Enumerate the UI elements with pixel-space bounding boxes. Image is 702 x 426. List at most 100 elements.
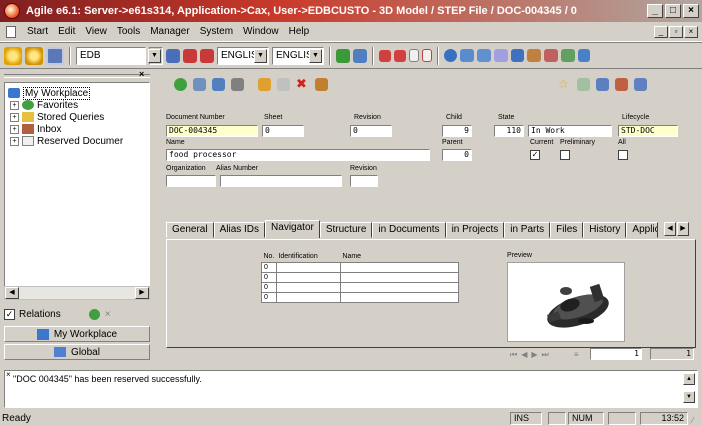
page2-icon[interactable] <box>422 49 432 62</box>
menu-edit[interactable]: Edit <box>58 26 75 37</box>
close-icon[interactable]: × <box>6 370 11 379</box>
save-icon[interactable] <box>212 78 225 91</box>
message-scroll-down-button[interactable]: ▼ <box>683 391 695 403</box>
delete-icon[interactable]: ✖ <box>296 77 309 91</box>
table-icon[interactable] <box>183 48 197 63</box>
table-row[interactable]: 0 <box>261 261 459 273</box>
preliminary-checkbox[interactable] <box>560 150 570 160</box>
close-icon[interactable]: × <box>139 69 144 79</box>
expand-icon[interactable]: + <box>10 100 19 110</box>
pager-navigation[interactable]: ⏮◀▶⏭ <box>510 350 553 364</box>
global-button[interactable]: Global <box>4 344 150 360</box>
screen-icon[interactable] <box>46 46 64 65</box>
maximize-button[interactable]: □ <box>665 4 681 18</box>
window-icon[interactable] <box>460 49 474 62</box>
relations-toggle[interactable]: ✓ Relations × <box>4 306 150 322</box>
edit-icon[interactable] <box>258 78 271 91</box>
tools-icon[interactable] <box>544 49 558 62</box>
copy-icon[interactable] <box>277 78 290 91</box>
tree-item-favorites[interactable]: + Favorites <box>8 99 146 111</box>
database-combo[interactable]: EDB <box>76 46 146 65</box>
expand-icon[interactable]: + <box>10 112 19 122</box>
sheet-field[interactable]: 0 <box>262 125 304 137</box>
users-icon[interactable] <box>336 48 350 63</box>
name-field[interactable]: food processor <box>166 149 430 161</box>
search-icon[interactable] <box>193 78 206 91</box>
users2-icon[interactable] <box>527 49 541 62</box>
revision-field[interactable]: 0 <box>350 125 392 137</box>
attach-icon[interactable] <box>615 78 628 91</box>
close-button[interactable]: × <box>683 4 699 18</box>
table-row[interactable]: 0 <box>261 281 459 293</box>
relations-refresh-icon[interactable] <box>88 308 100 320</box>
chart-icon[interactable] <box>494 49 508 62</box>
mdi-close-button[interactable]: × <box>684 25 698 38</box>
page-icon[interactable] <box>409 49 419 62</box>
refresh-icon[interactable] <box>25 46 43 65</box>
alias-revision-field[interactable] <box>350 175 378 187</box>
alias-number-field[interactable] <box>220 175 342 187</box>
scroll-right-button[interactable]: ▶ <box>135 287 149 299</box>
column-header-name[interactable]: Name <box>340 252 458 262</box>
print-icon[interactable] <box>231 78 244 91</box>
info-icon[interactable] <box>444 49 457 62</box>
tab-files[interactable]: Files <box>550 222 584 238</box>
table-row[interactable]: 0 <box>261 271 459 283</box>
pager-filter-icon[interactable]: ≡ <box>574 350 579 364</box>
mdi-restore-button[interactable]: ▫ <box>669 25 683 38</box>
my-workplace-button[interactable]: My Workplace <box>4 326 150 342</box>
star-icon[interactable]: ☆ <box>558 78 571 91</box>
tab-in-parts[interactable]: in Parts <box>504 222 551 238</box>
document-icon[interactable] <box>6 25 16 38</box>
database-dropdown-button[interactable]: ▼ <box>148 46 163 65</box>
workplace-tree[interactable]: My Workplace + Favorites + Stored Querie… <box>4 82 150 290</box>
relations-close-icon[interactable]: × <box>105 309 111 320</box>
menu-system[interactable]: System <box>200 26 233 37</box>
tab-general[interactable]: General <box>166 222 214 238</box>
tab-structure[interactable]: Structure <box>319 222 373 238</box>
form2-icon[interactable] <box>394 49 406 62</box>
relations-checkbox[interactable]: ✓ <box>4 308 15 320</box>
organization-field[interactable] <box>166 175 216 187</box>
expand-icon[interactable]: + <box>10 136 19 146</box>
table-row[interactable]: 0 <box>261 291 459 303</box>
menu-window[interactable]: Window <box>243 26 279 37</box>
lifecycle-field[interactable]: STD-DOC <box>618 125 678 137</box>
list-icon[interactable] <box>166 48 180 63</box>
tab-history[interactable]: History <box>583 222 627 238</box>
panel-grip[interactable] <box>4 74 150 78</box>
menu-view[interactable]: View <box>85 26 107 37</box>
help-icon[interactable] <box>561 49 575 62</box>
filter-icon[interactable] <box>577 78 590 91</box>
tree-icon[interactable] <box>353 48 367 63</box>
tree-item-my-workplace[interactable]: My Workplace <box>8 86 146 100</box>
tree-item-reserved-documents[interactable]: + Reserved Documer <box>8 135 146 147</box>
report-icon[interactable] <box>634 78 647 91</box>
column-header-no[interactable]: No. <box>262 252 277 262</box>
key-icon[interactable] <box>315 78 328 91</box>
menu-manager[interactable]: Manager <box>150 26 189 37</box>
view-icon[interactable] <box>596 78 609 91</box>
tab-in-projects[interactable]: in Projects <box>445 222 505 238</box>
minimize-button[interactable]: _ <box>647 4 663 18</box>
tree-item-inbox[interactable]: + Inbox <box>8 123 146 135</box>
resize-grip[interactable]: ⁄ <box>692 416 693 425</box>
window3-icon[interactable] <box>578 49 590 62</box>
expand-icon[interactable]: + <box>10 124 19 134</box>
page-input[interactable]: 1 <box>590 348 642 360</box>
menu-tools[interactable]: Tools <box>117 26 140 37</box>
column-header-identification[interactable]: Identification <box>276 252 340 262</box>
new-icon[interactable] <box>174 78 187 91</box>
tab-scroll-left-button[interactable]: ◀ <box>664 222 676 236</box>
message-scroll-up-button[interactable]: ▲ <box>683 373 695 385</box>
connect-icon[interactable] <box>4 46 22 65</box>
mdi-minimize-button[interactable]: _ <box>654 25 668 38</box>
scroll-left-button[interactable]: ◀ <box>5 287 19 299</box>
preview-icon[interactable] <box>477 49 491 62</box>
all-checkbox[interactable] <box>618 150 628 160</box>
app-icon[interactable] <box>4 3 20 19</box>
current-checkbox[interactable]: ✓ <box>530 150 540 160</box>
tab-alias-ids[interactable]: Alias IDs <box>213 222 266 238</box>
tree-horizontal-scrollbar[interactable]: ◀ ▶ <box>4 286 150 300</box>
grid-icon[interactable] <box>200 48 214 63</box>
